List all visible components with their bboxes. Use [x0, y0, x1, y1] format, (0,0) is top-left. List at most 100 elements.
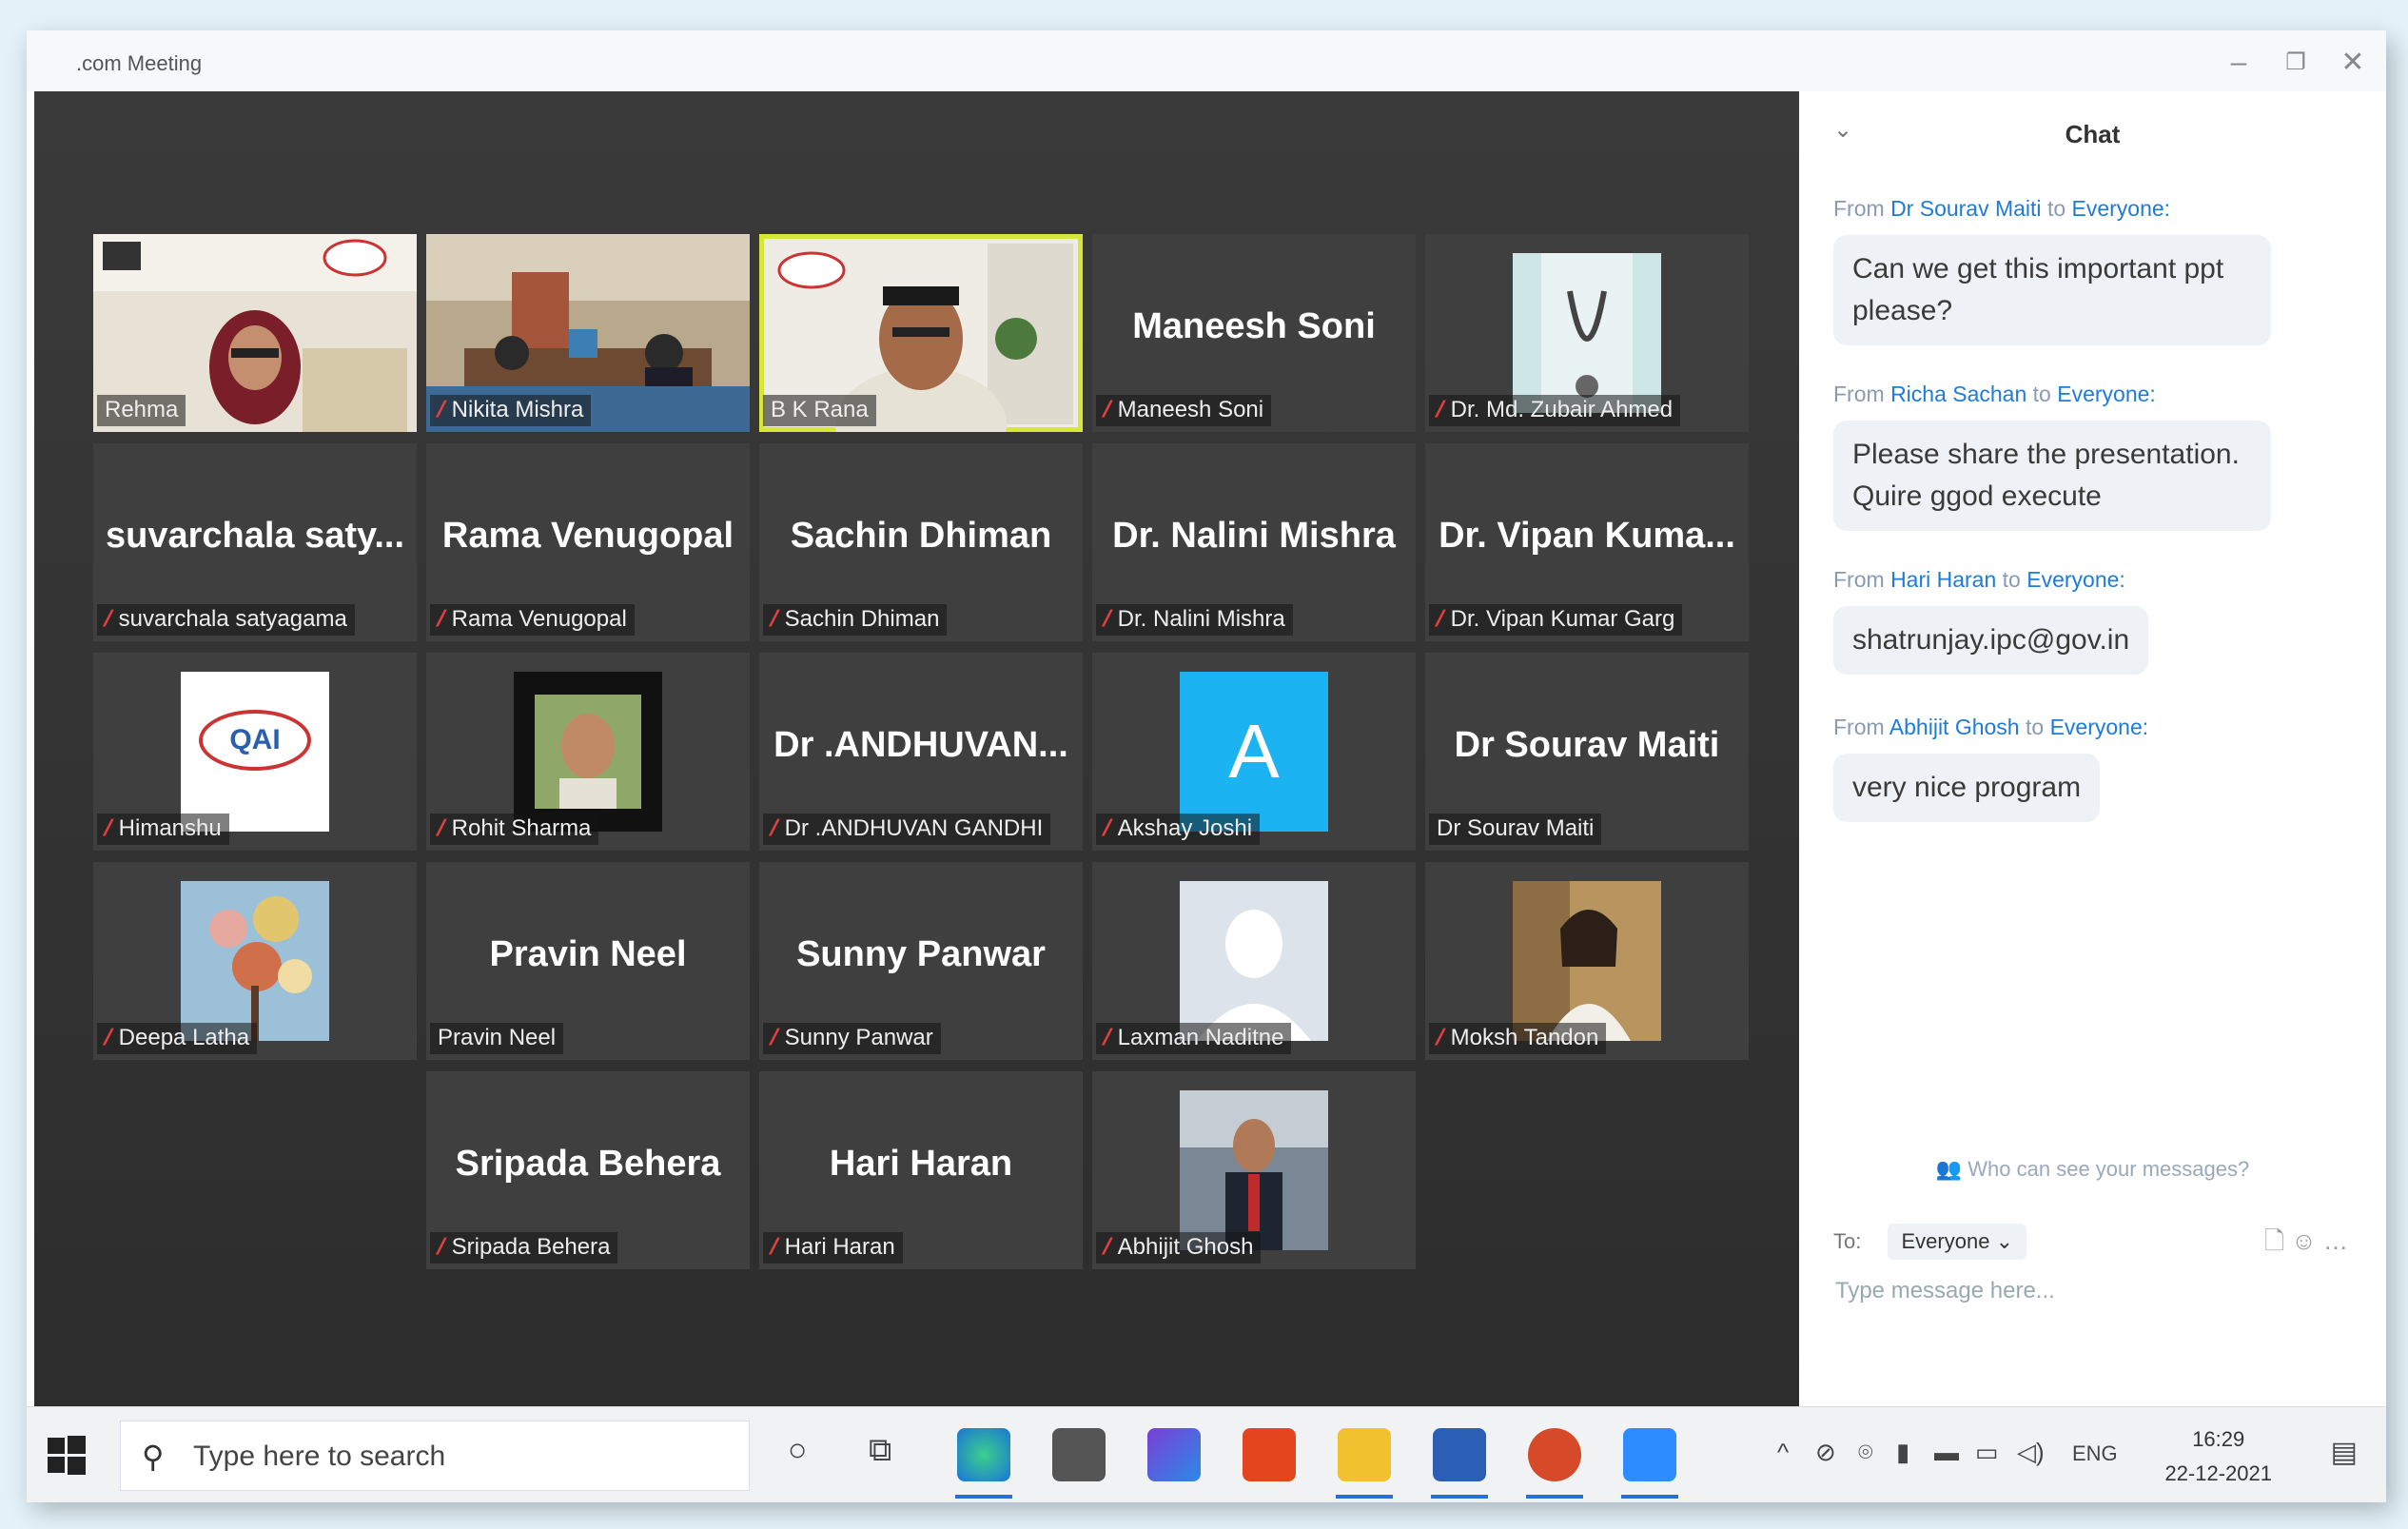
- participant-name: / suvarchala satyagama: [97, 604, 355, 636]
- more-icon[interactable]: …: [2323, 1226, 2348, 1255]
- who-can-see-link[interactable]: 👥 Who can see your messages?: [1799, 1157, 2386, 1182]
- muted-mic-icon: /: [100, 606, 116, 632]
- participant-display-name: Dr. Vipan Kuma...: [1439, 516, 1735, 556]
- participant-tile[interactable]: / Deepa Latha: [93, 862, 417, 1060]
- muted-mic-icon: /: [1099, 1025, 1115, 1050]
- taskbar-search[interactable]: ⚲ Type here to search: [120, 1421, 750, 1491]
- zoom-app-icon[interactable]: [1623, 1428, 1676, 1481]
- volume-icon[interactable]: ◁): [2017, 1438, 2045, 1467]
- participant-tile[interactable]: / Moksh Tandon: [1425, 862, 1749, 1060]
- participant-tile[interactable]: A / Akshay Joshi: [1092, 653, 1416, 851]
- cortana-icon[interactable]: ○: [788, 1432, 808, 1469]
- chat-message-input[interactable]: [1833, 1277, 2351, 1305]
- participant-tile[interactable]: Dr. Nalini Mishra / Dr. Nalini Mishra: [1092, 443, 1416, 641]
- search-placeholder: Type here to search: [193, 1441, 446, 1472]
- participant-tile[interactable]: Sachin Dhiman / Sachin Dhiman: [759, 443, 1083, 641]
- microphone-icon[interactable]: ▮: [1896, 1438, 1909, 1467]
- participant-tile[interactable]: Maneesh Soni / Maneesh Soni: [1092, 234, 1416, 432]
- profile-picture: [1180, 1090, 1328, 1250]
- whiteboard-icon[interactable]: [1147, 1428, 1201, 1481]
- muted-mic-icon: /: [433, 606, 449, 632]
- clock-date: 22-12-2021: [2164, 1461, 2272, 1485]
- muted-mic-icon: /: [433, 1234, 449, 1260]
- participant-tile-active-speaker[interactable]: B K Rana: [759, 234, 1083, 432]
- minimize-icon[interactable]: –: [2215, 42, 2262, 84]
- sender-link[interactable]: Hari Haran: [1890, 567, 1996, 592]
- muted-mic-icon: /: [1432, 1025, 1448, 1050]
- powerpoint-icon[interactable]: [1528, 1428, 1581, 1481]
- participant-name: / Dr. Nalini Mishra: [1096, 604, 1293, 636]
- participant-tile[interactable]: suvarchala saty... / suvarchala satyagama: [93, 443, 417, 641]
- chevron-down-icon: ⌄: [1995, 1229, 2013, 1253]
- chevron-up-icon[interactable]: ^: [1777, 1438, 1789, 1467]
- recipient-row: To: Everyone ⌄: [1833, 1224, 2026, 1260]
- participant-tile[interactable]: Dr .ANDHUVAN... / Dr .ANDHUVAN GANDHI: [759, 653, 1083, 851]
- profile-picture: QAI: [181, 672, 329, 832]
- taskbar-clock[interactable]: 16:29 22-12-2021: [2164, 1422, 2272, 1491]
- task-view-icon[interactable]: ⧉: [869, 1432, 891, 1469]
- participant-name: Rehma: [97, 395, 186, 426]
- language-indicator[interactable]: ENG: [2072, 1441, 2118, 1466]
- meet-now-icon[interactable]: ⌾: [1858, 1438, 1873, 1468]
- participant-tile[interactable]: Sripada Behera / Sripada Behera: [426, 1071, 750, 1269]
- participant-tile[interactable]: Dr. Vipan Kuma... / Dr. Vipan Kumar Garg: [1425, 443, 1749, 641]
- message-bubble: Please share the presentation. Quire ggo…: [1833, 421, 2271, 531]
- mail-icon[interactable]: [1052, 1428, 1106, 1481]
- participant-display-name: Pravin Neel: [489, 934, 687, 974]
- muted-mic-icon: /: [766, 1234, 782, 1260]
- participant-tile[interactable]: / Dr. Md. Zubair Ahmed: [1425, 234, 1749, 432]
- participant-tile[interactable]: Rehma: [93, 234, 417, 432]
- edge-icon[interactable]: [957, 1428, 1010, 1481]
- windows-start-icon[interactable]: [46, 1434, 88, 1476]
- participant-tile[interactable]: / Rohit Sharma: [426, 653, 750, 851]
- file-icon[interactable]: 🗋: [2264, 1226, 2284, 1255]
- battery-icon[interactable]: ▬: [1934, 1438, 1959, 1467]
- participant-name: / Laxman Naditne: [1096, 1023, 1292, 1054]
- network-icon[interactable]: ▭: [1975, 1438, 1999, 1467]
- participant-tile[interactable]: QAI / Himanshu: [93, 653, 417, 851]
- word-running-indicator: [1431, 1495, 1488, 1499]
- office-icon[interactable]: [1243, 1428, 1296, 1481]
- sender-link[interactable]: Abhijit Ghosh: [1889, 715, 2020, 739]
- participant-tile[interactable]: / Laxman Naditne: [1092, 862, 1416, 1060]
- participant-tile[interactable]: Sunny Panwar / Sunny Panwar: [759, 862, 1083, 1060]
- participant-tile[interactable]: / Abhijit Ghosh: [1092, 1071, 1416, 1269]
- search-icon: ⚲: [142, 1440, 165, 1474]
- sender-link[interactable]: Richa Sachan: [1890, 382, 2026, 406]
- muted-mic-icon: /: [1099, 815, 1115, 841]
- explorer-running-indicator: [1336, 1495, 1393, 1499]
- participant-tile[interactable]: Hari Haran / Hari Haran: [759, 1071, 1083, 1269]
- participant-display-name: Sripada Behera: [455, 1144, 721, 1184]
- participant-name: Dr Sourav Maiti: [1429, 814, 1602, 845]
- message-bubble: shatrunjay.ipc@gov.in: [1833, 606, 2149, 675]
- word-icon[interactable]: [1433, 1428, 1486, 1481]
- notification-icon[interactable]: ▤: [2331, 1436, 2358, 1469]
- recipient-link[interactable]: Everyone:: [2057, 382, 2156, 406]
- sync-off-icon[interactable]: ⊘: [1815, 1438, 1836, 1467]
- participant-name: / Dr. Md. Zubair Ahmed: [1429, 395, 1681, 426]
- recipient-link[interactable]: Everyone:: [2072, 196, 2171, 221]
- chat-tools: 🗋 ☺ …: [2264, 1224, 2348, 1265]
- participant-name: B K Rana: [763, 395, 876, 426]
- emoji-icon[interactable]: ☺: [2291, 1226, 2317, 1255]
- file-explorer-icon[interactable]: [1338, 1428, 1391, 1481]
- close-icon[interactable]: ✕: [2329, 42, 2377, 84]
- clock-time: 16:29: [2192, 1427, 2245, 1451]
- participant-tile[interactable]: Dr Sourav Maiti Dr Sourav Maiti: [1425, 653, 1749, 851]
- participant-name: / Hari Haran: [763, 1232, 903, 1264]
- edge-running-indicator: [955, 1495, 1012, 1499]
- zoom-running-indicator: [1621, 1495, 1678, 1499]
- participant-tile[interactable]: / Nikita Mishra: [426, 234, 750, 432]
- zoom-window: .com Meeting – ❐ ✕ Rehma / Nikita Mishra…: [27, 30, 2386, 1502]
- message-sender-line: From Dr Sourav Maiti to Everyone:: [1833, 196, 2171, 221]
- title-bar: .com Meeting – ❐ ✕: [27, 30, 2386, 91]
- chat-message: From Richa Sachan to Everyone: Please sh…: [1833, 382, 2271, 531]
- recipient-link[interactable]: Everyone:: [2050, 715, 2149, 739]
- participant-tile[interactable]: Pravin Neel Pravin Neel: [426, 862, 750, 1060]
- recipient-dropdown[interactable]: Everyone ⌄: [1888, 1224, 2026, 1260]
- participant-tile[interactable]: Rama Venugopal / Rama Venugopal: [426, 443, 750, 641]
- sender-link[interactable]: Dr Sourav Maiti: [1890, 196, 2041, 221]
- participant-name: / Akshay Joshi: [1096, 814, 1261, 845]
- restore-icon[interactable]: ❐: [2272, 42, 2320, 84]
- recipient-link[interactable]: Everyone:: [2026, 567, 2125, 592]
